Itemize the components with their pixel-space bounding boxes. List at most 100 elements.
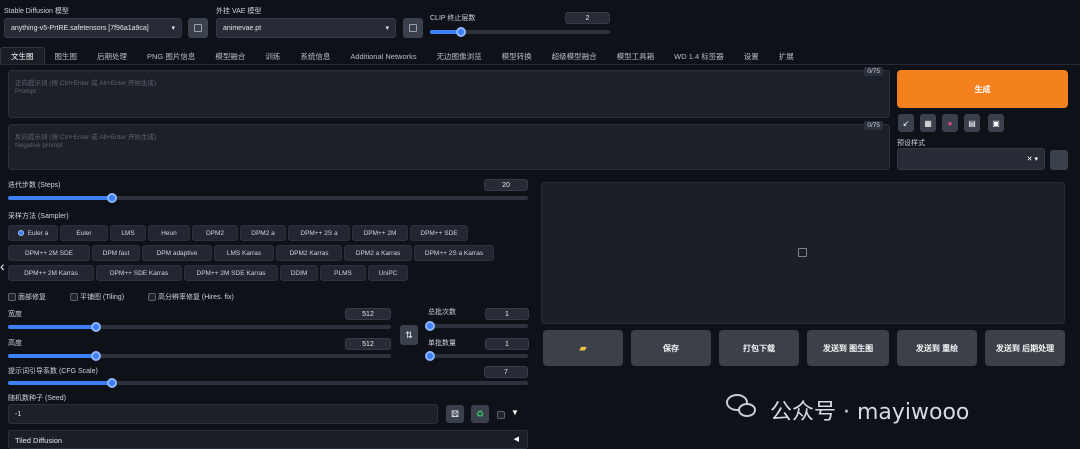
tab-settings[interactable]: 设置 <box>734 51 769 62</box>
caret-down-icon[interactable]: ▼ <box>511 408 519 417</box>
sampler-option[interactable]: Euler <box>60 225 108 241</box>
refresh-models-button[interactable] <box>188 18 208 38</box>
main-tabs: 文生图 图生图 后期处理 PNG 图片信息 模型融合 训练 系统信息 Addit… <box>0 47 880 65</box>
sampler-option[interactable]: DDIM <box>280 265 318 281</box>
sampler-option[interactable]: DPM2 Karras <box>276 245 342 261</box>
sampler-option[interactable]: DPM++ 2M Karras <box>8 265 94 281</box>
sampler-option[interactable]: Euler a <box>8 225 58 241</box>
sampler-option[interactable]: DPM++ 2M SDE <box>8 245 90 261</box>
vae-select[interactable]: animevae.pt ▾ <box>216 18 396 38</box>
checkbox-icon <box>8 293 16 302</box>
restore-faces-checkbox[interactable]: 面部修复 <box>8 292 46 302</box>
tab-image-browser[interactable]: 无边图像浏览 <box>427 51 492 62</box>
sd-model-select[interactable]: anything-v5-PrtRE.safetensors [7f96a1a9c… <box>4 18 182 38</box>
cfg-slider[interactable] <box>8 378 528 388</box>
trash-icon: ▦ <box>924 118 932 128</box>
sampler-option[interactable]: LMS Karras <box>214 245 274 261</box>
sampler-option[interactable]: DPM2 a <box>240 225 286 241</box>
seed-input[interactable]: -1 <box>8 404 438 424</box>
sampler-option[interactable]: DPM++ 2M <box>352 225 408 241</box>
slider-knob[interactable] <box>425 351 435 361</box>
extra-networks-button[interactable]: ● <box>942 114 958 132</box>
slider-fill <box>8 196 112 200</box>
width-value[interactable]: 512 <box>345 308 391 320</box>
cfg-value[interactable]: 7 <box>484 366 528 378</box>
batch-size-slider[interactable] <box>425 351 528 361</box>
sampler-option[interactable]: DPM fast <box>92 245 140 261</box>
negative-prompt-textarea[interactable]: 反向提示词 (按 Ctrl+Enter 或 Alt+Enter 开始生成) Ne… <box>8 121 890 170</box>
slider-knob[interactable] <box>91 351 102 361</box>
slider-fill <box>8 381 112 385</box>
sampler-option[interactable]: DPM++ SDE <box>410 225 468 241</box>
batch-count-slider[interactable] <box>425 321 528 331</box>
sampler-option[interactable]: DPM adaptive <box>142 245 212 261</box>
sampler-option[interactable]: Heun <box>148 225 190 241</box>
tab-merge[interactable]: 模型融合 <box>205 51 255 62</box>
save-button[interactable]: 保存 <box>631 330 711 366</box>
tab-txt2img[interactable]: 文生图 <box>0 47 45 65</box>
tab-img2img[interactable]: 图生图 <box>45 51 88 62</box>
save-style-button[interactable]: ▣ <box>988 114 1004 132</box>
tab-train[interactable]: 训练 <box>255 51 290 62</box>
clear-icon[interactable]: ✕ ▾ <box>1027 155 1038 163</box>
height-slider[interactable] <box>8 351 391 361</box>
hires-fix-checkbox[interactable]: 高分辨率修复 (Hires. fix) <box>148 292 234 302</box>
sampler-option[interactable]: LMS <box>110 225 146 241</box>
swap-dimensions-button[interactable]: ⇅ <box>400 325 418 345</box>
palette-icon: ● <box>947 118 953 128</box>
tab-super-merge[interactable]: 超级模型融合 <box>542 51 607 62</box>
sampler-option[interactable]: DPM++ 2S a Karras <box>414 245 494 261</box>
negative-token-counter: 0/75 <box>864 121 883 130</box>
slider-knob[interactable] <box>107 378 117 388</box>
batch-size-value[interactable]: 1 <box>485 338 529 350</box>
send-to-img2img-button[interactable]: 发送到 图生图 <box>807 330 889 366</box>
slider-knob[interactable] <box>107 193 117 203</box>
slider-knob[interactable] <box>425 321 435 331</box>
tab-system-info[interactable]: 系统信息 <box>290 51 340 62</box>
prompt-textarea[interactable]: 正向提示词 (按 Ctrl+Enter 或 Alt+Enter 开始生成) Pr… <box>8 67 890 118</box>
tiling-checkbox[interactable]: 平铺图 (Tiling) <box>70 292 124 302</box>
slider-knob[interactable] <box>91 322 102 332</box>
trash-button[interactable]: ▦ <box>920 114 936 132</box>
send-to-extras-button[interactable]: 发送到 后期处理 <box>985 330 1065 366</box>
read-params-button[interactable]: ↙ <box>898 114 914 132</box>
zip-download-button[interactable]: 打包下载 <box>719 330 799 366</box>
batch-count-value[interactable]: 1 <box>485 308 529 320</box>
clip-skip-slider[interactable] <box>430 27 610 37</box>
preset-styles-select[interactable]: ✕ ▾ <box>897 148 1045 170</box>
sampler-option[interactable]: DPM2 a Karras <box>344 245 412 261</box>
extra-seed-checkbox[interactable] <box>497 410 505 419</box>
sampler-option[interactable]: DPM++ 2S a <box>288 225 350 241</box>
image-placeholder-icon <box>798 248 807 257</box>
sampler-option[interactable]: DPM++ SDE Karras <box>96 265 182 281</box>
send-to-inpaint-button[interactable]: 发送到 重绘 <box>897 330 977 366</box>
height-value[interactable]: 512 <box>345 338 391 350</box>
tab-additional-networks[interactable]: Additional Networks <box>340 52 426 61</box>
sampler-option[interactable]: PLMS <box>320 265 366 281</box>
tab-model-convert[interactable]: 模型转换 <box>492 51 542 62</box>
reuse-seed-button[interactable]: ♻ <box>471 405 489 423</box>
chevron-left-icon[interactable]: ‹ <box>0 258 12 274</box>
sampler-label: 采样方法 (Sampler) <box>8 213 69 220</box>
sampler-option[interactable]: UniPC <box>368 265 408 281</box>
steps-value[interactable]: 20 <box>484 179 528 191</box>
sampler-option[interactable]: DPM2 <box>192 225 238 241</box>
open-folder-button[interactable]: ▰ <box>543 330 623 366</box>
slider-knob[interactable] <box>455 27 466 37</box>
clip-skip-value[interactable]: 2 <box>565 12 610 24</box>
tiled-diffusion-accordion[interactable]: Tiled Diffusion ◀ <box>8 430 528 449</box>
random-seed-button[interactable]: ⚄ <box>446 405 464 423</box>
tab-png-info[interactable]: PNG 图片信息 <box>137 51 205 62</box>
refresh-vae-button[interactable] <box>403 18 423 38</box>
generate-button[interactable]: 生成 <box>897 70 1068 108</box>
sampler-option[interactable]: DPM++ 2M SDE Karras <box>184 265 278 281</box>
steps-slider[interactable] <box>8 193 528 203</box>
refresh-styles-button[interactable] <box>1050 150 1068 170</box>
width-slider[interactable] <box>8 322 391 332</box>
tab-wd14-tagger[interactable]: WD 1.4 标签器 <box>664 51 734 62</box>
tab-model-toolkit[interactable]: 模型工具箱 <box>607 51 665 62</box>
tab-extras[interactable]: 后期处理 <box>87 51 137 62</box>
tab-extensions[interactable]: 扩展 <box>769 51 804 62</box>
clipboard-button[interactable]: ▤ <box>964 114 980 132</box>
save-icon: ▣ <box>992 118 1000 128</box>
